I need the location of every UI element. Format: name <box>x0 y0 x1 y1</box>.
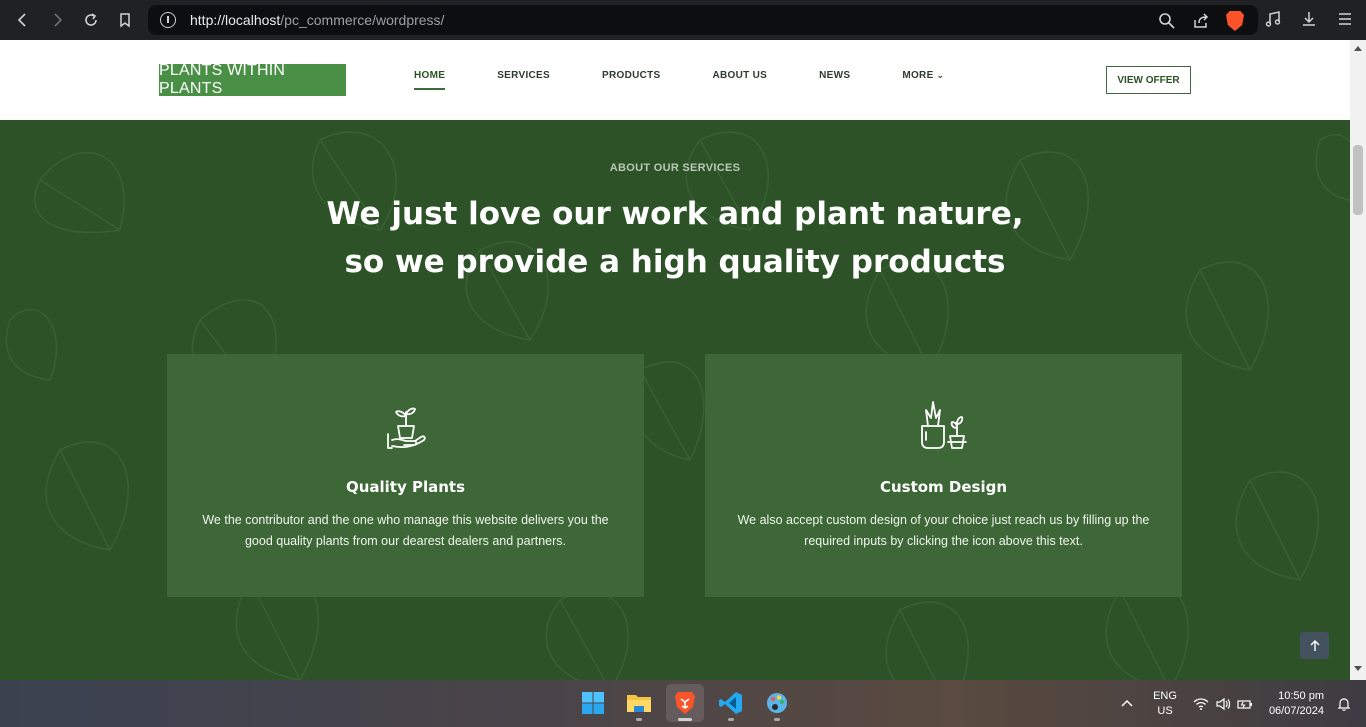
back-to-top-button[interactable] <box>1300 632 1329 659</box>
folder-icon <box>627 695 651 712</box>
card-description: We also accept custom design of your cho… <box>725 510 1162 552</box>
scroll-up-arrow-icon[interactable] <box>1354 46 1362 51</box>
card-title: Custom Design <box>879 478 1008 496</box>
service-card-custom-design: Custom Design We also accept custom desi… <box>705 354 1182 597</box>
battery-icon[interactable] <box>1237 696 1253 712</box>
wifi-icon[interactable] <box>1193 696 1209 712</box>
download-icon[interactable] <box>1300 10 1318 28</box>
bookmark-button[interactable] <box>108 0 142 40</box>
volume-icon[interactable] <box>1215 696 1231 712</box>
region-code: US <box>1157 704 1173 717</box>
bookmark-icon <box>120 13 130 28</box>
nav-about-us[interactable]: ABOUT US <box>713 70 768 90</box>
url-path: /pc_commerce/wordpress/ <box>280 12 445 28</box>
clock-time: 10:50 pm <box>1278 689 1324 702</box>
nav-more[interactable]: MORE ⌄ <box>902 70 944 90</box>
notification-bell-icon[interactable] <box>1336 696 1352 712</box>
language-code: ENG <box>1153 689 1177 702</box>
plant-in-hand-icon[interactable] <box>380 400 432 452</box>
windows-taskbar: ENG US 10:50 pm 06/07/2024 <box>0 680 1366 727</box>
scroll-down-arrow-icon[interactable] <box>1354 666 1362 671</box>
arrow-left-icon <box>17 13 26 27</box>
url-host: http://localhost <box>190 12 281 28</box>
arrow-up-icon <box>1310 639 1319 651</box>
palette-icon <box>767 693 787 713</box>
nav-more-label: MORE <box>902 70 934 81</box>
card-description-line: required inputs by clicking the icon abo… <box>804 534 1083 548</box>
services-section: ABOUT OUR SERVICES We just love our work… <box>0 120 1350 680</box>
nav-news[interactable]: NEWS <box>819 70 850 90</box>
service-card-quality-plants: Quality Plants We the contributor and th… <box>167 354 644 597</box>
hamburger-menu-icon[interactable] <box>1336 10 1354 28</box>
card-description-line: We also accept custom design of your cho… <box>737 513 1150 527</box>
headline-line-2: so we provide a high quality products <box>344 244 1006 280</box>
card-description: We the contributor and the one who manag… <box>187 510 624 552</box>
brave-lion-icon <box>675 692 695 714</box>
card-description-line: We the contributor and the one who manag… <box>202 513 609 527</box>
reload-button[interactable] <box>74 0 108 40</box>
chevron-down-icon: ⌄ <box>936 70 945 80</box>
file-explorer-button[interactable] <box>620 684 658 722</box>
nav-home[interactable]: HOME <box>414 70 446 90</box>
nav-services[interactable]: SERVICES <box>497 70 550 90</box>
arrow-right-icon <box>54 13 63 27</box>
headline-line-1: We just love our work and plant nature, <box>326 196 1024 232</box>
paint-button[interactable] <box>758 684 796 722</box>
main-nav: HOME SERVICES PRODUCTS ABOUT US NEWS MOR… <box>414 70 996 90</box>
site-logo[interactable]: PLANTS WITHIN PLANTS <box>159 62 346 97</box>
view-offer-button[interactable]: VIEW OFFER <box>1106 66 1191 94</box>
back-button[interactable] <box>6 0 40 40</box>
windows-logo-icon <box>582 692 604 714</box>
share-icon[interactable] <box>1192 12 1210 30</box>
brave-browser-button[interactable] <box>666 684 704 722</box>
reload-icon <box>85 13 97 26</box>
zoom-icon[interactable] <box>1158 12 1176 30</box>
browser-toolbar: http://localhost/pc_commerce/wordpress/ <box>0 0 1366 40</box>
clock[interactable]: 10:50 pm 06/07/2024 <box>1269 689 1324 719</box>
section-eyebrow: ABOUT OUR SERVICES <box>609 162 741 174</box>
start-button[interactable] <box>574 684 612 722</box>
vscode-button[interactable] <box>712 684 750 722</box>
chevron-up-icon[interactable] <box>1119 696 1135 712</box>
potted-plants-icon[interactable] <box>918 400 970 452</box>
site-header: PLANTS WITHIN PLANTS HOME SERVICES PRODU… <box>0 40 1350 120</box>
page-scrollbar[interactable] <box>1350 40 1366 680</box>
scroll-thumb[interactable] <box>1353 145 1363 215</box>
media-icon[interactable] <box>1264 10 1282 28</box>
nav-products[interactable]: PRODUCTS <box>602 70 661 90</box>
brave-shields-icon[interactable] <box>1226 11 1244 31</box>
address-bar[interactable]: http://localhost/pc_commerce/wordpress/ <box>148 5 1258 35</box>
card-title: Quality Plants <box>345 478 466 496</box>
section-headline: We just love our work and plant nature, … <box>0 190 1350 286</box>
language-indicator[interactable]: ENG US <box>1153 689 1177 719</box>
card-description-line: good quality plants from our dearest dea… <box>244 534 567 548</box>
clock-date: 06/07/2024 <box>1268 704 1324 717</box>
forward-button[interactable] <box>40 0 74 40</box>
vscode-icon <box>719 692 742 714</box>
site-info-icon[interactable] <box>160 12 176 28</box>
